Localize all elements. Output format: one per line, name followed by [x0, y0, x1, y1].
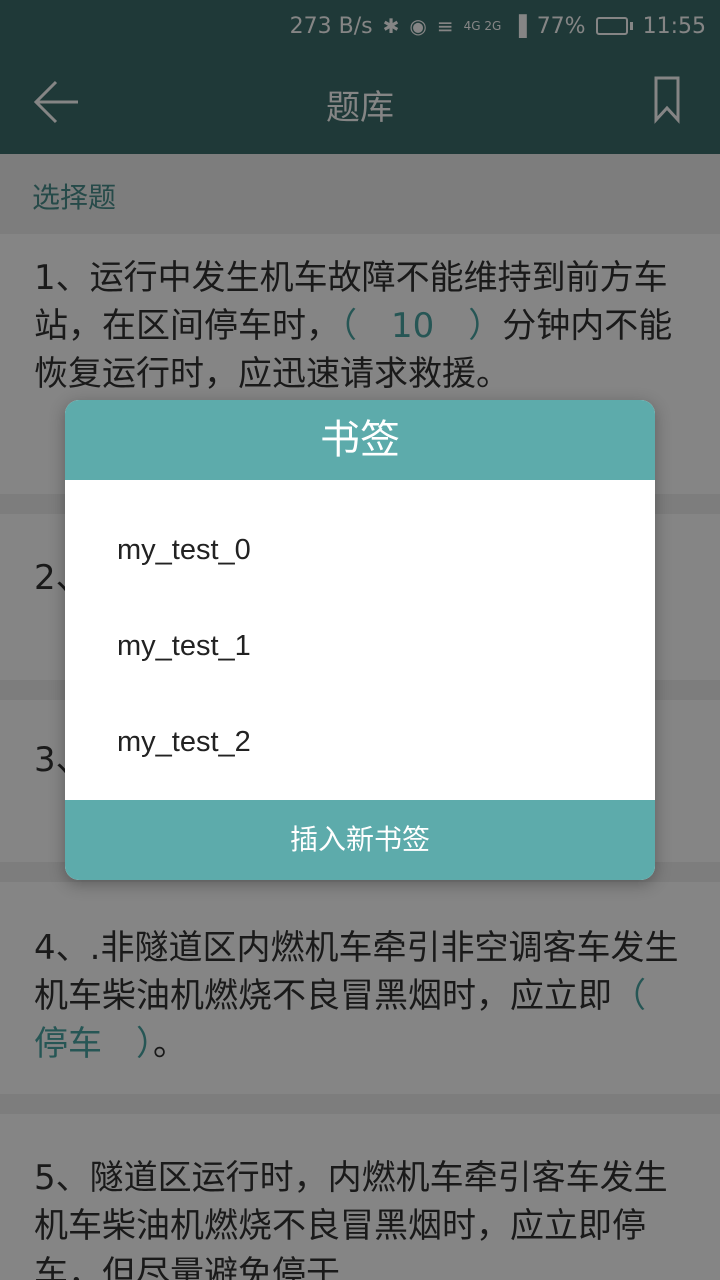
bookmark-list: my_test_0 my_test_1 my_test_2 [65, 480, 655, 800]
insert-bookmark-button[interactable]: 插入新书签 [65, 800, 655, 880]
bookmark-item[interactable]: my_test_1 [65, 598, 655, 694]
dialog-title: 书签 [65, 400, 655, 480]
bookmark-dialog: 书签 my_test_0 my_test_1 my_test_2 插入新书签 [65, 400, 655, 880]
bookmark-item[interactable]: my_test_2 [65, 694, 655, 790]
bookmark-item[interactable]: my_test_0 [65, 502, 655, 598]
